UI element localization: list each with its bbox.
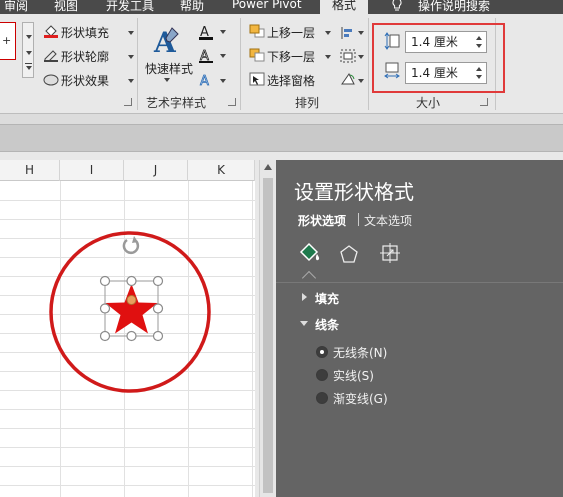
- line-section-collapse-icon[interactable]: [300, 321, 308, 326]
- shape-outline-button[interactable]: 形状轮廓: [61, 48, 109, 65]
- gradient-line-label[interactable]: 渐变线(G): [333, 390, 388, 407]
- format-shape-pane: 设置形状格式 形状选项 文本选项 填充 线条 无线条(N) 实线(S) 渐变线(…: [276, 160, 563, 497]
- gallery-scroll[interactable]: [22, 22, 34, 78]
- resize-handle[interactable]: [126, 275, 137, 287]
- shape-style-gallery-item[interactable]: +: [0, 22, 16, 60]
- size-dialog-launcher[interactable]: [480, 98, 488, 106]
- star-shape[interactable]: [105, 284, 158, 334]
- resize-handle[interactable]: [152, 275, 164, 287]
- size-properties-icon[interactable]: [379, 242, 401, 264]
- fill-line-icon[interactable]: [298, 242, 322, 264]
- scroll-thumb[interactable]: [263, 178, 273, 493]
- resize-handle[interactable]: [126, 330, 137, 342]
- shape-fill-button[interactable]: 形状填充: [61, 24, 109, 41]
- shape-fill-icon: [43, 24, 59, 38]
- shape-effects-button[interactable]: 形状效果: [61, 72, 109, 89]
- wordart-dialog-launcher[interactable]: [228, 98, 236, 106]
- solid-line-label[interactable]: 实线(S): [333, 367, 374, 384]
- selection-pane-icon: [249, 72, 265, 86]
- resize-handle[interactable]: [99, 330, 111, 342]
- tab-shape-options[interactable]: 形状选项: [298, 212, 346, 229]
- align-icon[interactable]: [340, 26, 356, 40]
- formula-bar-area: [0, 124, 563, 152]
- resize-handle[interactable]: [99, 275, 111, 287]
- no-line-label[interactable]: 无线条(N): [333, 344, 387, 361]
- send-backward-button[interactable]: 下移一层: [267, 48, 315, 65]
- vertical-scrollbar[interactable]: [259, 160, 276, 497]
- resize-handle[interactable]: [152, 330, 164, 342]
- effects-pentagon-icon[interactable]: [339, 244, 359, 264]
- tab-help[interactable]: 帮助: [180, 0, 204, 14]
- fill-section-expand-icon[interactable]: [302, 293, 307, 301]
- quick-styles-button[interactable]: 快速样式: [145, 60, 193, 77]
- svg-text:A: A: [200, 74, 209, 88]
- selection-pane-button[interactable]: 选择窗格: [267, 72, 315, 89]
- arrange-group-label: 排列: [295, 96, 320, 110]
- solid-line-radio[interactable]: [316, 369, 328, 381]
- tab-text-options[interactable]: 文本选项: [364, 212, 412, 229]
- tab-review[interactable]: 审阅: [4, 0, 28, 14]
- size-group-label: 大小: [416, 96, 441, 110]
- text-fill-icon[interactable]: A: [198, 24, 214, 40]
- tell-me-search[interactable]: 操作说明搜索: [418, 0, 490, 14]
- shape-styles-dialog-launcher[interactable]: [124, 98, 132, 106]
- pane-title: 设置形状格式: [294, 180, 414, 204]
- wordart-group-label: 艺术字样式: [146, 96, 207, 110]
- rotate-icon[interactable]: [340, 72, 356, 86]
- tab-power-pivot[interactable]: Power Pivot: [232, 0, 302, 11]
- adjustment-handle[interactable]: [126, 295, 137, 305]
- ribbon-tab-bar: 审阅 视图 开发工具 帮助 Power Pivot 格式 操作说明搜索: [0, 0, 563, 14]
- shape-outline-icon: [43, 48, 59, 63]
- lightbulb-icon: [392, 0, 402, 11]
- resize-handle[interactable]: [152, 303, 164, 314]
- worksheet[interactable]: H I J K: [0, 160, 255, 497]
- text-outline-icon[interactable]: A: [198, 48, 214, 64]
- text-effects-icon[interactable]: A: [198, 72, 214, 90]
- shape-effects-icon: [43, 72, 59, 86]
- tab-format[interactable]: 格式: [320, 0, 369, 14]
- resize-handle[interactable]: [99, 303, 111, 314]
- wordart-quick-styles-icon: A: [152, 24, 182, 59]
- drawing-layer: [49, 231, 211, 393]
- send-backward-icon: [249, 48, 265, 62]
- scroll-up-arrow-icon[interactable]: [264, 164, 272, 170]
- bring-forward-icon: [249, 24, 265, 38]
- tab-view[interactable]: 视图: [54, 0, 78, 14]
- size-highlight-box: [372, 23, 505, 93]
- bring-forward-button[interactable]: 上移一层: [267, 24, 315, 41]
- group-objects-icon[interactable]: [340, 49, 356, 63]
- fill-section-header[interactable]: 填充: [315, 290, 339, 307]
- rotation-handle-icon[interactable]: [122, 236, 140, 255]
- line-section-header[interactable]: 线条: [315, 316, 339, 333]
- no-line-radio[interactable]: [316, 346, 328, 358]
- tab-developer[interactable]: 开发工具: [106, 0, 154, 14]
- gradient-line-radio[interactable]: [316, 392, 328, 404]
